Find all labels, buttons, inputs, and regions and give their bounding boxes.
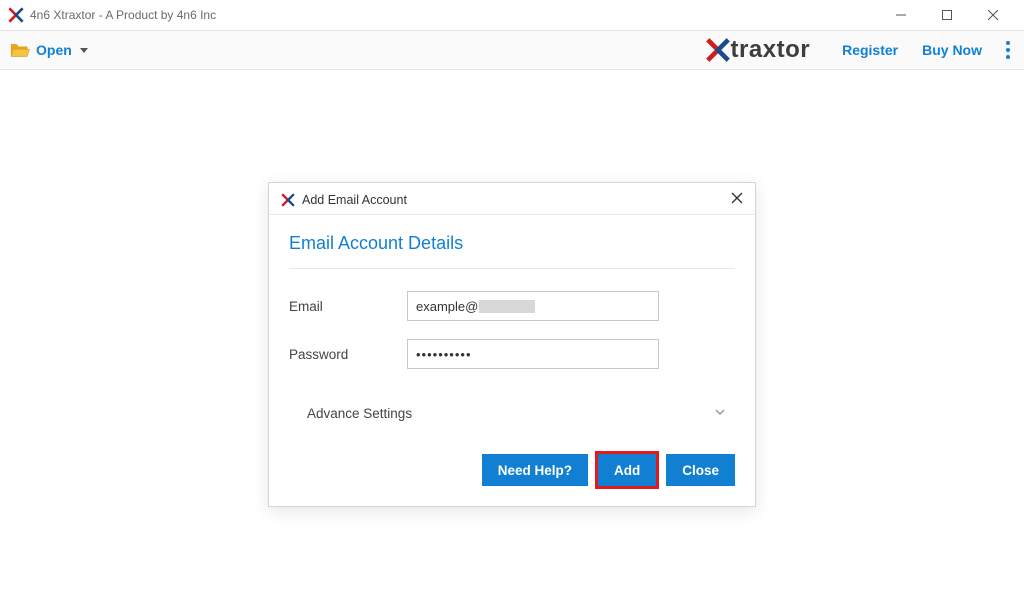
window-titlebar: 4n6 Xtraxtor - A Product by 4n6 Inc: [0, 0, 1024, 30]
password-value: ••••••••••: [416, 347, 472, 362]
email-row: Email example@: [289, 291, 735, 321]
buy-now-link[interactable]: Buy Now: [922, 42, 982, 58]
main-toolbar: Open traxtor Register Buy Now: [0, 30, 1024, 70]
dialog-title: Add Email Account: [302, 193, 407, 207]
dialog-app-icon: [281, 193, 295, 207]
password-row: Password ••••••••••: [289, 339, 735, 369]
brand-logo: traxtor: [705, 36, 811, 64]
maximize-button[interactable]: [924, 0, 970, 30]
advance-settings-toggle[interactable]: Advance Settings: [289, 387, 735, 454]
window-controls: [878, 0, 1016, 30]
folder-open-icon: [10, 42, 30, 58]
open-label: Open: [36, 42, 72, 58]
email-label: Email: [289, 299, 407, 314]
brand-x-icon: [705, 37, 731, 63]
caret-down-icon: [80, 48, 88, 53]
email-value-prefix: example@: [416, 299, 478, 314]
dialog-close-button[interactable]: [731, 191, 743, 208]
more-menu-button[interactable]: [1002, 41, 1014, 59]
close-window-button[interactable]: [970, 0, 1016, 30]
brand-text: traxtor: [731, 36, 811, 64]
open-menu-button[interactable]: Open: [10, 42, 88, 58]
app-icon: [8, 7, 24, 23]
close-button[interactable]: Close: [666, 454, 735, 486]
advance-settings-label: Advance Settings: [307, 406, 412, 421]
dialog-titlebar: Add Email Account: [269, 183, 755, 215]
need-help-button[interactable]: Need Help?: [482, 454, 588, 486]
window-title: 4n6 Xtraxtor - A Product by 4n6 Inc: [30, 8, 216, 22]
email-redacted: [479, 300, 535, 313]
password-field[interactable]: ••••••••••: [407, 339, 659, 369]
add-email-account-dialog: Add Email Account Email Account Details …: [268, 182, 756, 507]
password-label: Password: [289, 347, 407, 362]
dialog-actions: Need Help? Add Close: [289, 454, 735, 488]
register-link[interactable]: Register: [842, 42, 898, 58]
email-field[interactable]: example@: [407, 291, 659, 321]
add-button[interactable]: Add: [598, 454, 656, 486]
chevron-down-icon: [713, 405, 727, 422]
dialog-heading: Email Account Details: [289, 229, 735, 269]
minimize-button[interactable]: [878, 0, 924, 30]
